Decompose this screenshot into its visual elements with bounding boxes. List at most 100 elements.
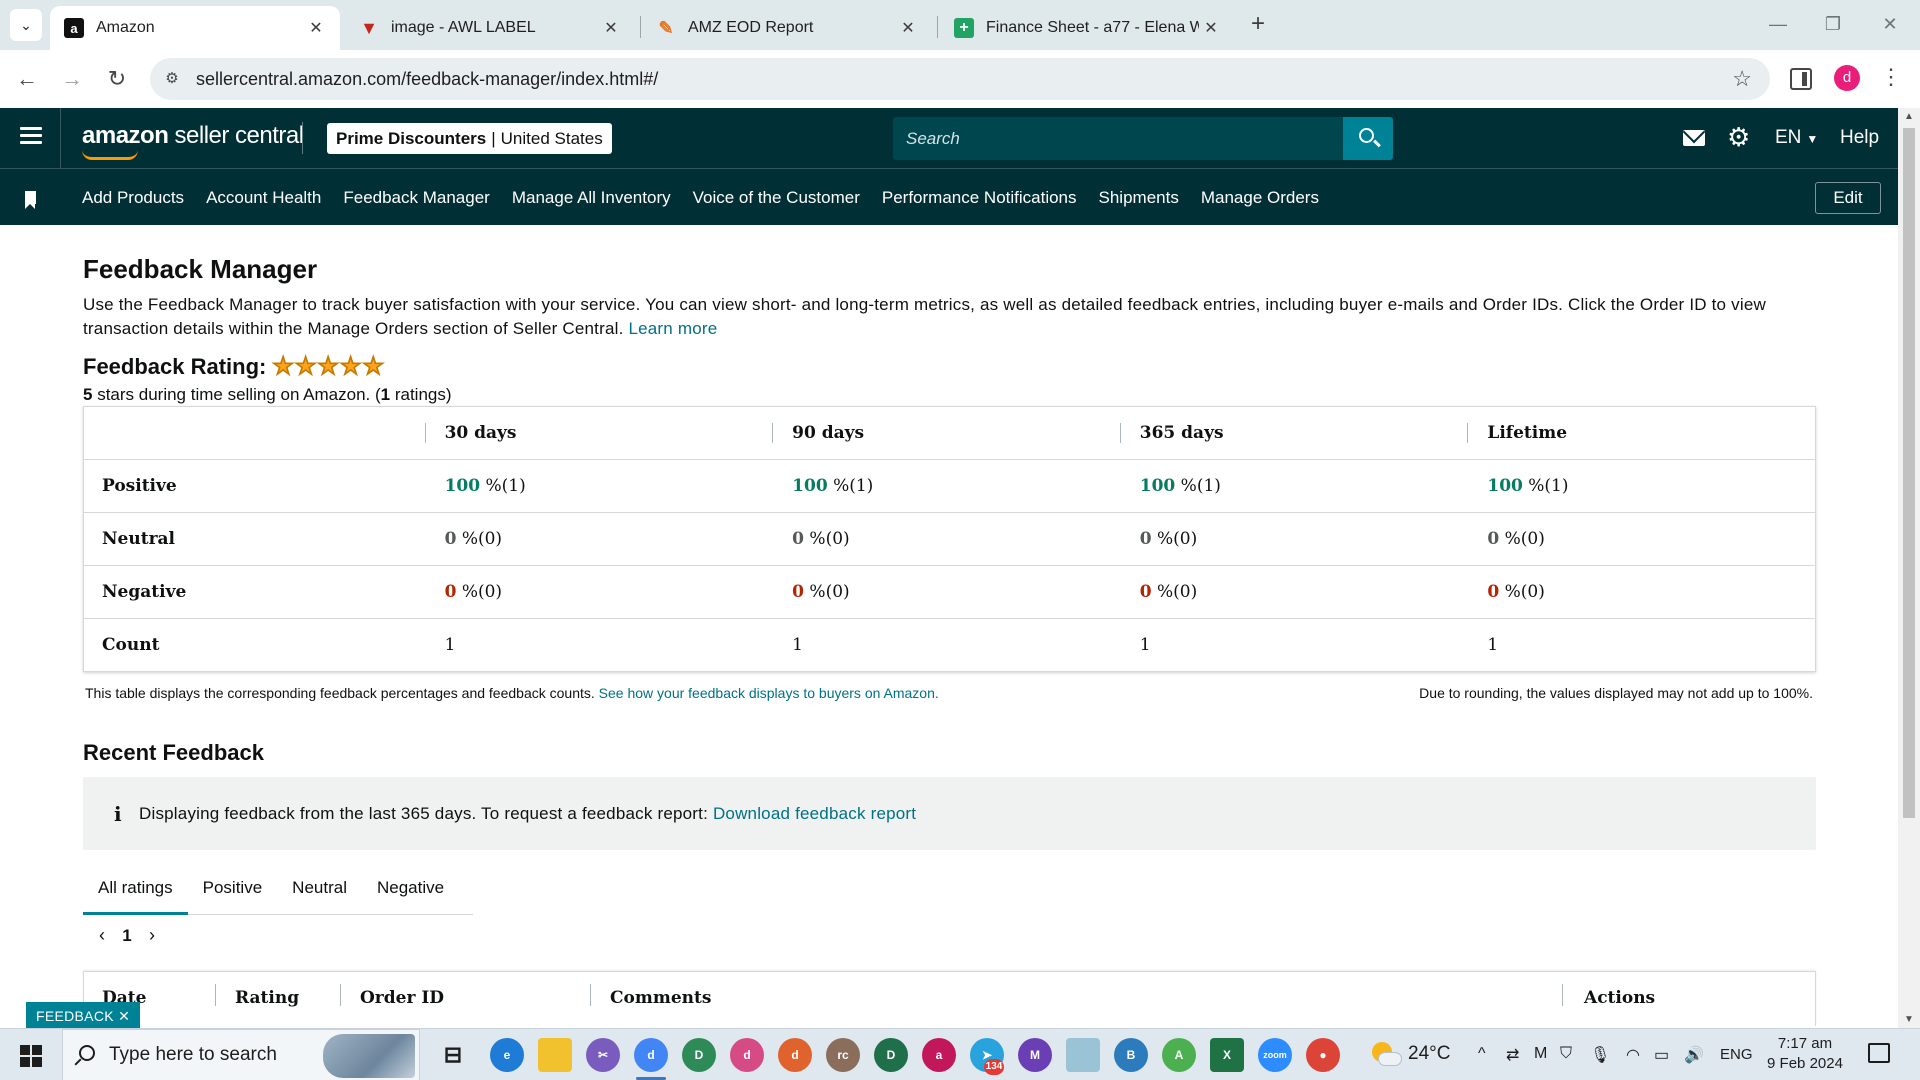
- restore-button[interactable]: ❐: [1813, 10, 1853, 38]
- gmail-tray-icon[interactable]: M: [1534, 1045, 1547, 1063]
- scroll-down-arrow-icon[interactable]: ▼: [1903, 1014, 1915, 1025]
- bookmark-star-icon[interactable]: ☆: [1732, 66, 1752, 92]
- chrome-profile-icon[interactable]: B: [1114, 1038, 1148, 1072]
- profile-avatar[interactable]: d: [1834, 65, 1860, 91]
- nav-performance-notifications[interactable]: Performance Notifications: [882, 188, 1077, 208]
- wifi-icon[interactable]: ◠: [1626, 1045, 1640, 1065]
- help-link[interactable]: Help: [1840, 127, 1879, 149]
- feedback-widget-button[interactable]: FEEDBACK ✕: [26, 1002, 141, 1030]
- search-box[interactable]: [893, 117, 1343, 160]
- tab-neutral[interactable]: Neutral: [277, 865, 362, 915]
- nav-voice-of-the-customer[interactable]: Voice of the Customer: [693, 188, 860, 208]
- language-selector[interactable]: EN ▼: [1775, 127, 1818, 149]
- system-clock[interactable]: 7:17 am 9 Feb 2024: [1760, 1034, 1850, 1074]
- mail-icon[interactable]: [1683, 130, 1705, 146]
- file-explorer-icon[interactable]: [538, 1038, 572, 1072]
- close-tab-icon[interactable]: ✕: [599, 18, 623, 38]
- close-tab-icon[interactable]: ✕: [896, 18, 920, 38]
- chrome-profile-icon[interactable]: D: [682, 1038, 716, 1072]
- nav-add-products[interactable]: Add Products: [82, 188, 184, 208]
- chrome-profile-icon[interactable]: d: [778, 1038, 812, 1072]
- excel-icon[interactable]: X: [1210, 1038, 1244, 1072]
- search-input[interactable]: [893, 117, 1343, 160]
- weather-icon[interactable]: [1370, 1040, 1402, 1070]
- site-info-icon[interactable]: ⚙: [162, 69, 182, 89]
- notification-center-icon[interactable]: [1868, 1043, 1890, 1063]
- feedback-display-link[interactable]: See how your feedback displays to buyers…: [599, 685, 939, 701]
- scroll-thumb[interactable]: [1903, 128, 1915, 818]
- chrome-profile-icon[interactable]: M: [1018, 1038, 1052, 1072]
- chrome-profile-icon[interactable]: A: [1162, 1038, 1196, 1072]
- learn-more-link[interactable]: Learn more: [628, 319, 717, 338]
- scroll-up-arrow-icon[interactable]: ▲: [1903, 111, 1915, 122]
- rating-summary-end: ratings): [390, 385, 452, 404]
- reload-button[interactable]: ↻: [102, 64, 132, 94]
- forward-button[interactable]: →: [57, 64, 87, 94]
- shield-icon[interactable]: ⛉: [1560, 1045, 1572, 1063]
- tab-positive[interactable]: Positive: [188, 865, 278, 915]
- chrome-profile-icon[interactable]: a: [922, 1038, 956, 1072]
- chevron-up-icon[interactable]: ^: [1478, 1045, 1486, 1063]
- address-bar[interactable]: ⚙ sellercentral.amazon.com/feedback-mana…: [150, 58, 1770, 100]
- bookmark-icon[interactable]: [25, 191, 36, 209]
- side-panel-icon[interactable]: [1790, 68, 1812, 90]
- download-feedback-report-link[interactable]: Download feedback report: [713, 804, 916, 823]
- nav-feedback-manager[interactable]: Feedback Manager: [343, 188, 489, 208]
- store-selector[interactable]: Prime Discounters | United States: [327, 123, 612, 154]
- close-icon[interactable]: ✕: [118, 1008, 130, 1024]
- chevron-right-icon[interactable]: ›: [141, 925, 163, 946]
- input-language[interactable]: ENG: [1720, 1046, 1753, 1063]
- edit-nav-button[interactable]: Edit: [1815, 182, 1881, 214]
- chrome-profile-icon[interactable]: D: [874, 1038, 908, 1072]
- nav-shipments[interactable]: Shipments: [1099, 188, 1179, 208]
- url-text[interactable]: sellercentral.amazon.com/feedback-manage…: [196, 69, 658, 90]
- close-tab-icon[interactable]: ✕: [304, 18, 328, 38]
- rating-summary: 5 stars during time selling on Amazon. (…: [83, 385, 452, 405]
- nav-manage-all-inventory[interactable]: Manage All Inventory: [512, 188, 671, 208]
- chrome-profile-icon[interactable]: d: [634, 1038, 668, 1072]
- new-tab-button[interactable]: +: [1244, 10, 1272, 38]
- tab-all-ratings[interactable]: All ratings: [83, 865, 188, 915]
- temperature[interactable]: 24°C: [1408, 1043, 1450, 1065]
- col-actions[interactable]: Actions: [1584, 988, 1655, 1008]
- col-rating[interactable]: Rating: [235, 988, 299, 1008]
- col-order-id[interactable]: Order ID: [360, 988, 444, 1008]
- nav-manage-orders[interactable]: Manage Orders: [1201, 188, 1319, 208]
- windows-start-icon[interactable]: [20, 1045, 42, 1067]
- close-window-button[interactable]: ✕: [1870, 10, 1910, 38]
- browser-tab-finance-sheet[interactable]: + Finance Sheet - a77 - Elena Wo ✕: [940, 6, 1235, 50]
- seller-central-logo[interactable]: amazon seller central: [82, 122, 304, 150]
- tab-search-menu-button[interactable]: ⌄: [10, 9, 42, 41]
- sync-icon[interactable]: ⇄: [1506, 1045, 1519, 1065]
- browser-tab-awl-label[interactable]: ▼ image - AWL LABEL ✕: [345, 6, 635, 50]
- gear-icon[interactable]: ⚙: [1727, 124, 1750, 150]
- back-button[interactable]: ←: [12, 64, 42, 94]
- chrome-icon[interactable]: ●: [1306, 1038, 1340, 1072]
- snipping-tool-icon[interactable]: ✂: [586, 1038, 620, 1072]
- close-tab-icon[interactable]: ✕: [1199, 18, 1223, 38]
- zoom-icon[interactable]: zoom: [1258, 1038, 1292, 1072]
- taskbar-search-box[interactable]: Type here to search: [62, 1029, 420, 1080]
- page-scrollbar[interactable]: ▲ ▼: [1898, 108, 1920, 1028]
- browser-tab-amazon[interactable]: a Amazon ✕: [50, 6, 340, 50]
- nav-account-health[interactable]: Account Health: [206, 188, 321, 208]
- microphone-icon[interactable]: 🎙: [1590, 1045, 1610, 1065]
- task-view-icon[interactable]: ⊟: [436, 1038, 470, 1072]
- chevron-left-icon[interactable]: ‹: [91, 925, 113, 946]
- column-separator: [215, 984, 216, 1006]
- browser-tab-amz-eod-report[interactable]: ✎ AMZ EOD Report ✕: [642, 6, 932, 50]
- current-page[interactable]: 1: [113, 926, 141, 946]
- hamburger-menu-icon[interactable]: [20, 127, 42, 148]
- notes-app-icon[interactable]: [1066, 1038, 1100, 1072]
- minimize-button[interactable]: —: [1758, 10, 1798, 38]
- search-button[interactable]: [1343, 117, 1393, 160]
- chrome-profile-icon[interactable]: rc: [826, 1038, 860, 1072]
- volume-icon[interactable]: 🔊: [1684, 1045, 1704, 1065]
- tab-negative[interactable]: Negative: [362, 865, 459, 915]
- battery-icon[interactable]: ▭: [1654, 1045, 1669, 1065]
- language-label: EN: [1775, 127, 1802, 148]
- chrome-profile-icon[interactable]: d: [730, 1038, 764, 1072]
- edge-icon[interactable]: e: [490, 1038, 524, 1072]
- col-comments[interactable]: Comments: [610, 988, 711, 1008]
- browser-menu-icon[interactable]: ⋮: [1880, 64, 1902, 90]
